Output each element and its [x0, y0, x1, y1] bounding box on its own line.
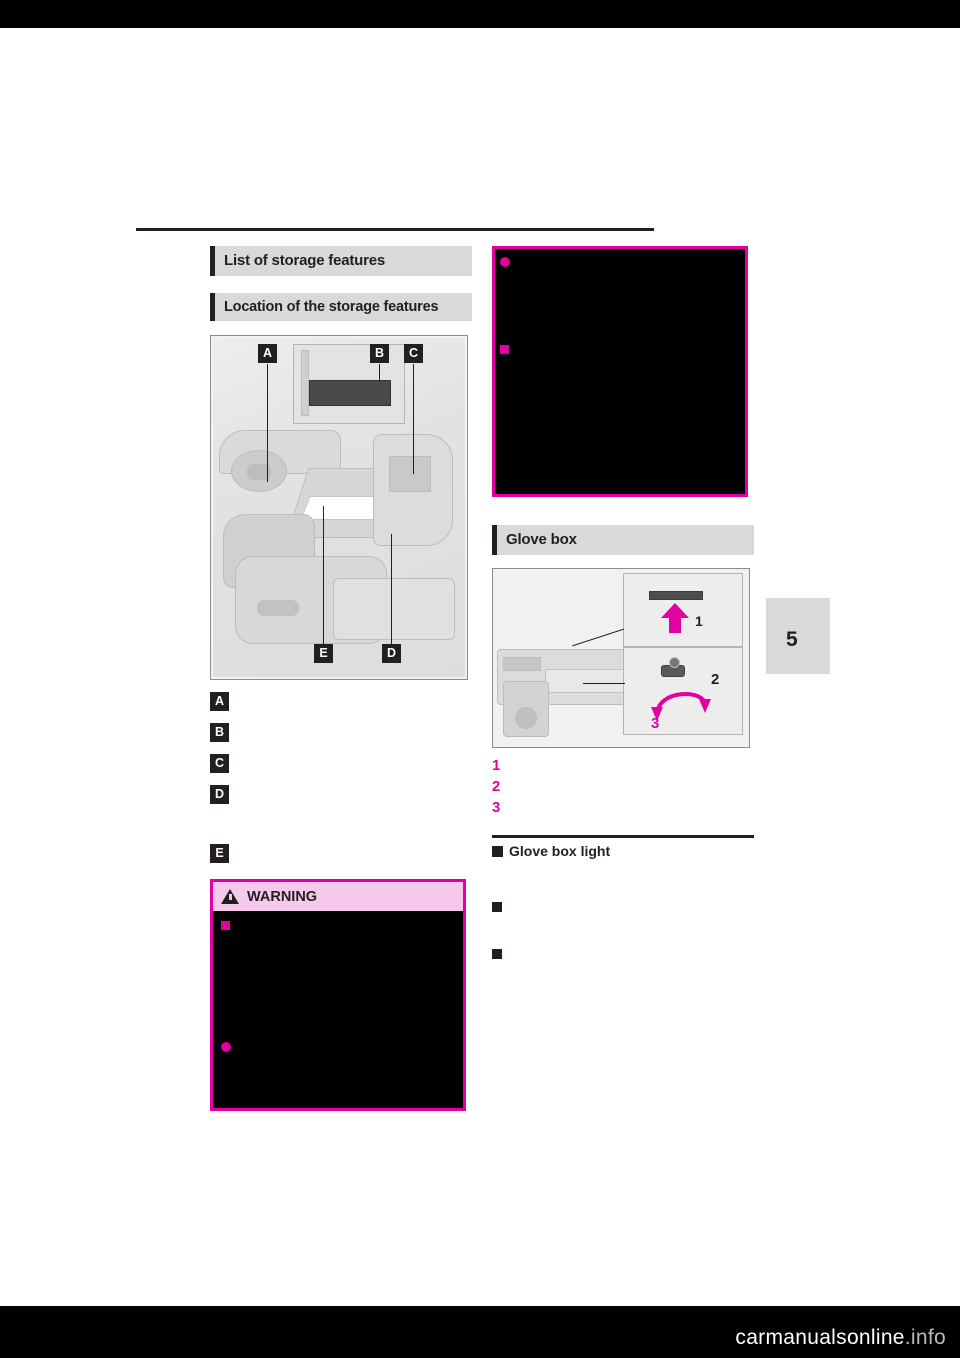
inset-mesh-pocket — [309, 380, 391, 406]
glove-box-light-heading: Glove box light — [492, 843, 754, 859]
glove-box-illustration: 1 2 3 — [492, 568, 750, 748]
inset-callout-3: 3 — [651, 715, 660, 732]
lock-cylinder-shape — [669, 657, 680, 668]
glove-box-light-heading-wrap: Glove box light — [492, 835, 754, 859]
list-item: A — [210, 692, 472, 711]
item-letter-b: B — [210, 723, 229, 742]
list-item: 2 — [492, 779, 754, 796]
leader-line-a — [267, 364, 268, 482]
right-column: Glove box 1 2 3 1 2 3 Glove box light — [492, 246, 754, 959]
shifter-shape — [515, 707, 537, 729]
chapter-tab — [766, 598, 830, 674]
illustration-canvas: A B C E D — [213, 338, 465, 677]
leader-line-c — [413, 364, 414, 474]
warning-header: WARNING — [213, 882, 463, 911]
glove-box-section-title: Glove box — [492, 525, 754, 555]
item-letter-e: E — [210, 844, 229, 863]
cup-holder-shape — [257, 600, 299, 616]
inset-callout-2: 2 — [711, 671, 720, 688]
callout-b: B — [370, 344, 389, 363]
leader-line-inset1 — [572, 628, 624, 647]
latch-slot-shape — [649, 591, 703, 600]
sub-square-marker-2 — [492, 949, 502, 959]
top-black-band — [0, 0, 960, 28]
leader-line-b — [379, 364, 380, 382]
left-column: List of storage features Location of the… — [210, 246, 472, 1111]
warning-triangle-icon — [221, 889, 239, 904]
list-item: C — [210, 754, 472, 773]
warning-continued-box — [492, 246, 748, 497]
air-vent-shape — [503, 657, 541, 671]
warning-bullet-dot — [221, 1042, 231, 1052]
list-item: 1 — [492, 758, 754, 775]
up-arrow-icon — [661, 603, 689, 633]
manual-page: 5 List of storage features Location of t… — [0, 0, 960, 1358]
storage-location-illustration: A B C E D — [210, 335, 468, 680]
list-item: E — [210, 844, 472, 863]
page-title: List of storage features — [210, 246, 472, 276]
warning-bullet-square — [221, 921, 230, 930]
glove-box-light-title: Glove box light — [509, 843, 611, 859]
leader-line-inset2 — [583, 683, 625, 684]
callout-a: A — [258, 344, 277, 363]
sub-list-item — [492, 946, 754, 959]
item-letter-c: C — [210, 754, 229, 773]
callout-e: E — [314, 644, 333, 663]
notice-bullet-dot — [500, 257, 510, 267]
callout-d: D — [382, 644, 401, 663]
warning-box: WARNING — [210, 879, 466, 1111]
step-number-1: 1 — [492, 757, 501, 774]
subsection-title-location: Location of the storage features — [210, 293, 472, 321]
warning-title: WARNING — [247, 888, 318, 905]
heading-square-marker — [492, 845, 503, 857]
notice-bullet-square — [500, 345, 509, 354]
sub-list-item — [492, 899, 754, 912]
header-rule — [136, 228, 654, 231]
storage-items-list: A B C D E — [210, 692, 472, 863]
warning-body — [213, 911, 463, 1108]
chapter-number: 5 — [786, 628, 798, 651]
step-number-3: 3 — [492, 799, 501, 816]
item-letter-d: D — [210, 785, 229, 804]
site-watermark: carmanualsonline.info — [735, 1326, 946, 1349]
leader-line-d — [391, 534, 392, 644]
list-item: 3 — [492, 800, 754, 817]
callout-c: C — [404, 344, 423, 363]
list-item: D — [210, 785, 472, 804]
glove-box-door-shape — [545, 669, 633, 693]
glove-box-steps: 1 2 3 — [492, 758, 754, 817]
door-pocket-shape — [389, 456, 431, 492]
lower-console-shape — [333, 578, 455, 640]
item-letter-a: A — [210, 692, 229, 711]
step-number-2: 2 — [492, 778, 501, 795]
sub-square-marker-1 — [492, 902, 502, 912]
inset-callout-1: 1 — [695, 613, 703, 629]
list-item: B — [210, 723, 472, 742]
inset-panel-edge — [301, 350, 309, 416]
leader-line-e — [323, 506, 324, 644]
